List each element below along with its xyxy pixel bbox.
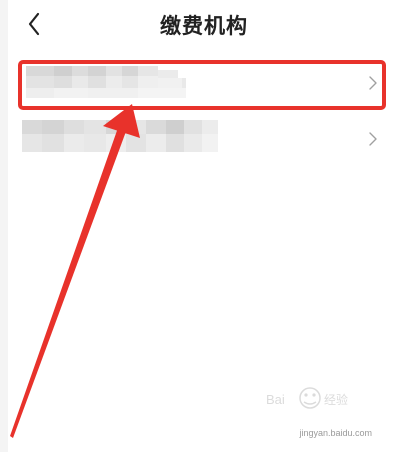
page-title: 缴费机构 bbox=[160, 14, 248, 38]
svg-text:经验: 经验 bbox=[324, 392, 348, 407]
svg-text:Bai: Bai bbox=[266, 392, 285, 407]
chevron-right-icon bbox=[369, 132, 377, 146]
list-item-1[interactable] bbox=[22, 62, 386, 106]
watermark-logo: Bai 经验 bbox=[266, 387, 348, 409]
left-edge-strip bbox=[0, 0, 8, 452]
watermark-url: jingyan.baidu.com bbox=[299, 428, 372, 438]
chevron-right-icon bbox=[369, 76, 377, 90]
header-bar: 缴费机构 bbox=[0, 0, 400, 48]
annotation-arrow-shaft bbox=[10, 122, 128, 438]
list-item-2[interactable] bbox=[22, 118, 386, 162]
